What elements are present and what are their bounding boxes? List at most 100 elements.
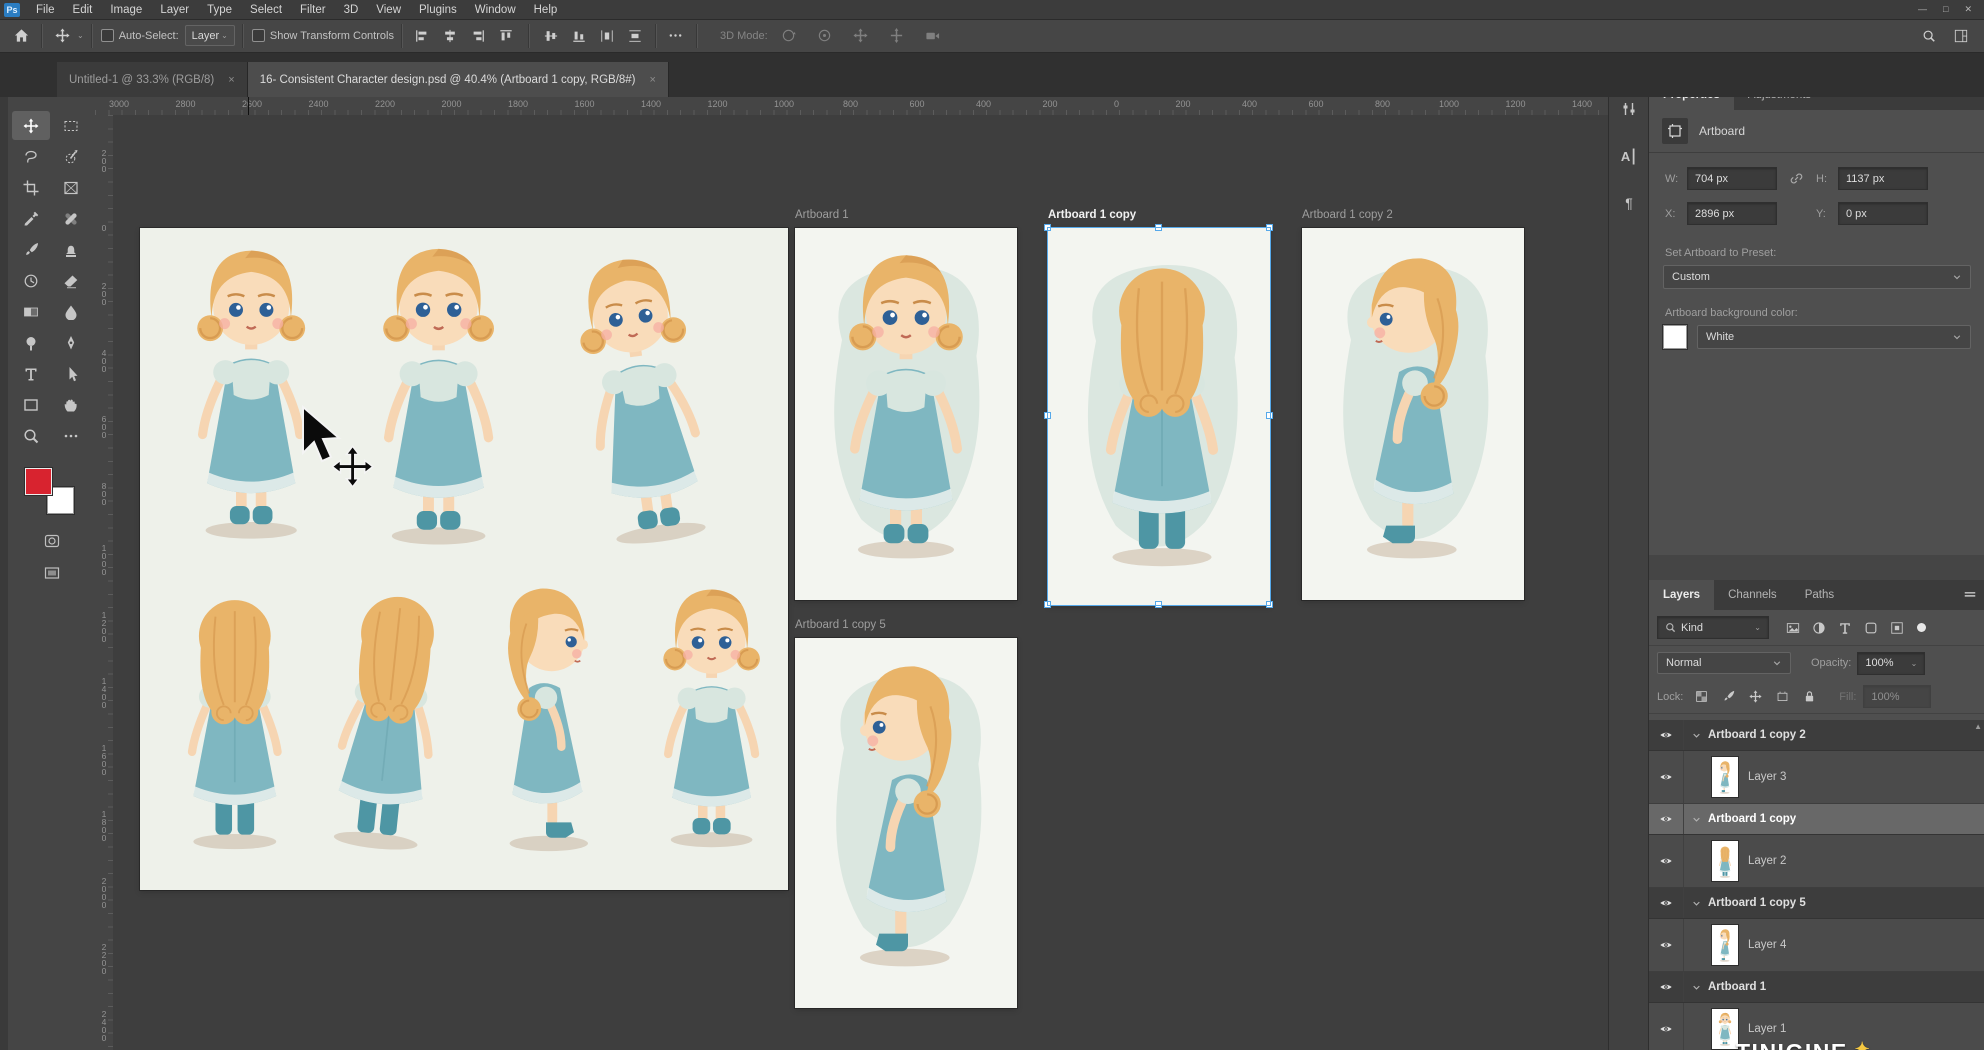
move-tool[interactable] xyxy=(12,111,50,140)
document-tab-1[interactable]: Untitled-1 @ 33.3% (RGB/8)× xyxy=(57,62,248,97)
type-tool[interactable] xyxy=(12,359,50,388)
layer-group-row[interactable]: Artboard 1 copy 5 xyxy=(1649,888,1984,919)
menu-type[interactable]: Type xyxy=(198,2,241,18)
selection-handle[interactable] xyxy=(1266,412,1273,419)
layer-row[interactable]: Layer 2 xyxy=(1649,835,1984,888)
lasso-tool[interactable] xyxy=(12,142,50,171)
gradient-tool[interactable] xyxy=(12,297,50,326)
auto-select-target-dropdown[interactable]: Layer ⌄ xyxy=(185,25,235,46)
path-select-tool[interactable] xyxy=(52,359,90,388)
canvas-area[interactable]: Artboard 1Artboard 1 copyArtboard 1 copy… xyxy=(113,115,1608,1050)
artboard-4[interactable] xyxy=(1302,228,1524,600)
frame-tool[interactable] xyxy=(52,173,90,202)
paragraph-panel-icon[interactable]: ¶ xyxy=(1616,190,1642,216)
menu-edit[interactable]: Edit xyxy=(64,2,102,18)
menu-view[interactable]: View xyxy=(367,2,410,18)
auto-select-checkbox[interactable] xyxy=(101,29,114,42)
scrollbar-up-icon[interactable]: ▲ xyxy=(1974,722,1982,731)
blur-tool[interactable] xyxy=(52,297,90,326)
move-tool-preset[interactable] xyxy=(49,24,75,48)
minimize-button[interactable]: — xyxy=(1918,4,1927,15)
artboard-3[interactable] xyxy=(1048,228,1270,605)
vertical-ruler[interactable]: 2 0 002 0 04 0 06 0 08 0 01 0 0 01 2 0 0… xyxy=(95,115,114,1050)
width-field[interactable]: 704 px xyxy=(1687,167,1777,190)
close-tab-icon[interactable]: × xyxy=(228,74,234,86)
chevron-down-icon[interactable] xyxy=(1684,815,1708,824)
chevron-down-icon[interactable] xyxy=(1684,899,1708,908)
artboard-1[interactable] xyxy=(140,228,788,890)
artboard-label[interactable]: Artboard 1 copy 2 xyxy=(1302,209,1393,221)
kind-filter-dropdown[interactable]: Kind ⌄ xyxy=(1657,616,1769,639)
preset-dropdown[interactable]: Custom xyxy=(1663,265,1971,289)
selection-handle[interactable] xyxy=(1266,601,1273,608)
visibility-eye-icon[interactable] xyxy=(1649,751,1684,803)
artboard-2[interactable] xyxy=(795,228,1017,600)
marquee-tool[interactable] xyxy=(52,111,90,140)
align-left-button[interactable] xyxy=(409,24,435,48)
tab-layers[interactable]: Layers xyxy=(1649,580,1714,610)
lock-transparent-icon[interactable] xyxy=(1690,687,1712,707)
link-dimensions-icon[interactable] xyxy=(1789,171,1804,186)
panel-menu-icon[interactable] xyxy=(1963,580,1984,610)
menu-plugins[interactable]: Plugins xyxy=(410,2,466,18)
show-transform-controls-checkbox[interactable] xyxy=(252,29,265,42)
align-middle-button[interactable] xyxy=(538,24,564,48)
eraser-tool[interactable] xyxy=(52,266,90,295)
drag-3d-button[interactable] xyxy=(848,24,874,48)
lock-artboard-icon[interactable] xyxy=(1771,687,1793,707)
type-layer-filter-icon[interactable] xyxy=(1834,618,1856,638)
horizontal-ruler[interactable]: 3000280026002400220020001800160014001200… xyxy=(95,97,1608,116)
visibility-eye-icon[interactable] xyxy=(1649,804,1684,834)
x-field[interactable]: 2896 px xyxy=(1687,202,1777,225)
menu-layer[interactable]: Layer xyxy=(151,2,198,18)
visibility-eye-icon[interactable] xyxy=(1649,835,1684,887)
visibility-eye-icon[interactable] xyxy=(1649,972,1684,1002)
home-button[interactable] xyxy=(8,24,34,48)
search-icon[interactable] xyxy=(1916,24,1942,48)
layer-group-row[interactable]: Artboard 1 copy xyxy=(1649,804,1984,835)
slide-3d-button[interactable] xyxy=(884,24,910,48)
opacity-field[interactable]: 100% ⌄ xyxy=(1857,652,1925,675)
lock-all-icon[interactable] xyxy=(1798,687,1820,707)
align-center-h-button[interactable] xyxy=(437,24,463,48)
close-tab-icon[interactable]: × xyxy=(650,74,656,86)
layer-row[interactable]: Layer 3 xyxy=(1649,751,1984,804)
foreground-color-swatch[interactable] xyxy=(25,468,52,495)
visibility-eye-icon[interactable] xyxy=(1649,1003,1684,1050)
layer-row[interactable]: Layer 4 xyxy=(1649,919,1984,972)
selection-handle[interactable] xyxy=(1266,224,1273,231)
more-align-options-button[interactable] xyxy=(663,24,689,48)
align-top-button[interactable] xyxy=(493,24,519,48)
selection-handle[interactable] xyxy=(1044,412,1051,419)
visibility-eye-icon[interactable] xyxy=(1649,720,1684,750)
selection-handle[interactable] xyxy=(1044,224,1051,231)
y-field[interactable]: 0 px xyxy=(1838,202,1928,225)
menu-window[interactable]: Window xyxy=(466,2,525,18)
lock-position-icon[interactable] xyxy=(1744,687,1766,707)
brush-tool[interactable] xyxy=(12,235,50,264)
distribute-v-button[interactable] xyxy=(622,24,648,48)
quick-select-tool[interactable] xyxy=(52,142,90,171)
chevron-down-icon[interactable] xyxy=(1684,731,1708,740)
artboard-label[interactable]: Artboard 1 copy 5 xyxy=(795,619,886,631)
selection-handle[interactable] xyxy=(1044,601,1051,608)
clone-stamp-tool[interactable] xyxy=(52,235,90,264)
align-right-button[interactable] xyxy=(465,24,491,48)
menu-select[interactable]: Select xyxy=(241,2,291,18)
distribute-h-button[interactable] xyxy=(594,24,620,48)
maximize-button[interactable]: □ xyxy=(1943,4,1948,15)
pen-tool[interactable] xyxy=(52,328,90,357)
zoom-tool[interactable] xyxy=(12,421,50,450)
character-panel-icon[interactable]: A⎮ xyxy=(1616,144,1642,170)
artboard-5[interactable] xyxy=(795,638,1017,1008)
visibility-eye-icon[interactable] xyxy=(1649,919,1684,971)
screen-mode-button[interactable] xyxy=(35,562,69,584)
filter-toggle[interactable] xyxy=(1917,623,1926,632)
selection-handle[interactable] xyxy=(1155,601,1162,608)
eyedropper-tool[interactable] xyxy=(12,204,50,233)
close-button[interactable]: ✕ xyxy=(1964,4,1972,15)
orbit-3d-button[interactable] xyxy=(776,24,802,48)
artboard-bg-dropdown[interactable]: White xyxy=(1697,325,1971,349)
hand-tool[interactable] xyxy=(52,390,90,419)
chevron-down-icon[interactable] xyxy=(1684,983,1708,992)
